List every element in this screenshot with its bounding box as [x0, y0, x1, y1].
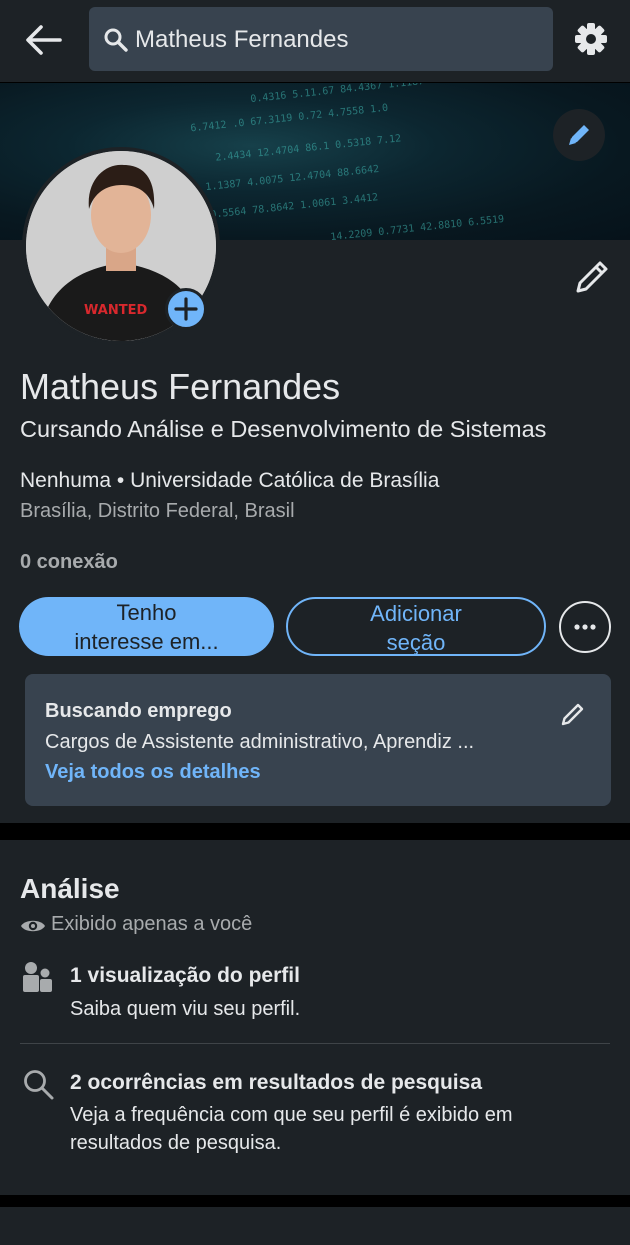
edit-profile-button[interactable]	[570, 255, 614, 299]
banner-code-line: 0.5564 78.8642 1.0061 3.4412	[209, 192, 379, 221]
search-appearances-subtitle: Veja a frequência com que seu perfil é e…	[70, 1104, 513, 1154]
more-horizontal-icon	[574, 624, 596, 630]
open-to-label-line2: interesse em...	[74, 629, 219, 654]
add-section-label-line2: seção	[386, 630, 446, 655]
search-icon	[104, 28, 128, 52]
search-icon	[24, 1070, 54, 1100]
people-icon	[23, 962, 52, 992]
search-appearances-title: 2 ocorrências em resultados de pesquisa	[70, 1071, 483, 1094]
connections-count[interactable]: 0 conexão	[20, 551, 118, 574]
arrow-left-icon	[26, 25, 62, 55]
privacy-text: Exibido apenas a você	[51, 913, 253, 935]
see-all-details-link[interactable]: Veja todos os detalhes	[45, 761, 261, 784]
back-button[interactable]	[22, 18, 66, 62]
add-section-button[interactable]: Adicionar seção	[286, 597, 546, 656]
open-to-work-title: Buscando emprego	[45, 700, 232, 722]
shirt-text: WANTED	[84, 303, 147, 318]
open-to-button[interactable]: Tenho interesse em...	[19, 597, 274, 656]
open-to-work-description: Cargos de Assistente administrativo, Apr…	[45, 731, 475, 753]
add-section-label-line1: Adicionar	[370, 601, 462, 626]
analytics-card: Análise Exibido apenas a você 1 visualiz…	[0, 840, 630, 1195]
open-to-work-card[interactable]: Buscando emprego Cargos de Assistente ad…	[25, 674, 611, 806]
profile-education[interactable]: Nenhuma • Universidade Católica de Brasí…	[20, 469, 439, 493]
search-query: Matheus Fernandes	[135, 26, 349, 53]
banner-code-line: 2.4434 12.4704 86.1 0.5318 7.12	[214, 133, 402, 164]
divider	[20, 1043, 610, 1044]
settings-button[interactable]	[570, 18, 612, 60]
profile-headline: Cursando Análise e Desenvolvimento de Si…	[20, 416, 547, 442]
profile-location: Brasília, Distrito Federal, Brasil	[20, 500, 295, 522]
next-section-card	[0, 1207, 630, 1245]
eye-icon	[21, 920, 45, 932]
edit-banner-button[interactable]	[553, 109, 605, 161]
edit-open-to-work-button[interactable]	[558, 699, 588, 729]
banner-code-line: 0.4316 5.11.67 84.4367 1.1187	[249, 83, 425, 106]
profile-views-subtitle: Saiba quem viu seu perfil.	[70, 998, 301, 1020]
top-bar: Matheus Fernandes	[0, 0, 630, 82]
gear-icon	[575, 23, 607, 55]
profile-views-title: 1 visualização do perfil	[70, 964, 300, 987]
add-photo-button[interactable]	[165, 288, 207, 330]
banner-code-line: 14.2209 0.7731 42.8810 6.5519	[329, 213, 505, 240]
more-options-button[interactable]	[559, 601, 611, 653]
profile-name: Matheus Fernandes	[20, 366, 341, 407]
open-to-label-line1: Tenho	[116, 600, 177, 625]
plus-icon	[174, 297, 198, 321]
banner-code-line: 1.1387 4.0075 12.4704 88.6642	[204, 163, 380, 194]
pencil-icon	[569, 125, 589, 145]
pencil-icon	[561, 703, 584, 726]
profile-card: 0.4316 5.11.67 84.4367 1.1187 6.7412 .0 …	[0, 83, 630, 823]
banner-code-line: 6.7412 .0 67.3119 0.72 4.7558 1.0	[189, 102, 389, 135]
analytics-title: Análise	[20, 873, 120, 904]
pencil-icon	[576, 261, 608, 293]
search-input[interactable]: Matheus Fernandes	[89, 7, 553, 71]
